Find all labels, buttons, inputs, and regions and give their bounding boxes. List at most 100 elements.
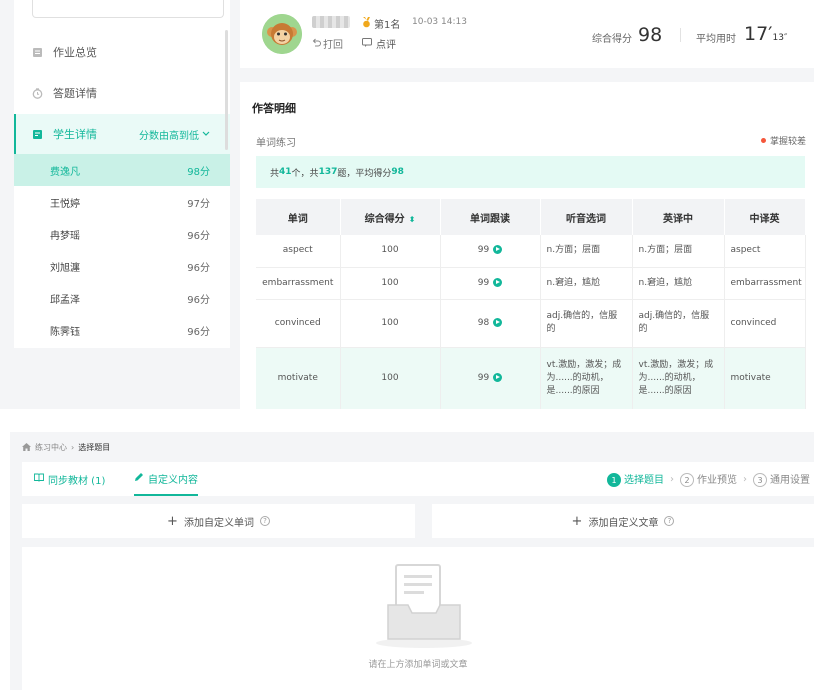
student-name-blurred	[312, 16, 350, 28]
comment-button[interactable]: 点评	[362, 36, 396, 51]
question-count: 137	[318, 167, 338, 177]
tab-custom-content[interactable]: 自定义内容	[134, 462, 198, 496]
sidebar-scrollbar[interactable]	[225, 30, 228, 150]
summary-bar: 共 41 个，共 137 题，平均得分 98	[256, 156, 805, 188]
play-icon[interactable]	[493, 372, 503, 382]
cell-word: convinced	[256, 299, 341, 348]
sidebar-search-box[interactable]	[32, 0, 224, 18]
breadcrumb-home-link[interactable]: 练习中心	[35, 442, 67, 453]
homework-detail-panel: 作业总览 答题详情 学生详情 分数由高到低 费逸凡 98分 王悦婷 97分 冉梦…	[0, 0, 814, 409]
help-icon[interactable]: ?	[259, 516, 270, 526]
student-row[interactable]: 王悦婷 97分	[14, 186, 230, 218]
help-icon[interactable]: ?	[664, 516, 675, 526]
rank-text: 第1名	[374, 20, 401, 31]
step-label: 作业预览	[697, 474, 737, 486]
play-icon[interactable]	[493, 245, 503, 255]
column-header: 单词	[256, 199, 341, 235]
student-name: 刘旭瀍	[50, 262, 80, 274]
sort-order-dropdown[interactable]: 分数由高到低	[139, 127, 210, 142]
sidebar-item-label: 学生详情	[53, 128, 97, 141]
rank-badge: 第1名	[362, 16, 400, 31]
play-icon[interactable]	[493, 317, 503, 327]
cell-score: 100	[340, 347, 441, 409]
report-icon	[31, 128, 43, 140]
step-number: 1	[607, 473, 621, 488]
empty-hint: 请在上方添加单词或文章	[368, 660, 468, 670]
play-icon[interactable]	[493, 277, 503, 287]
breadcrumb-current: 选择题目	[78, 443, 111, 452]
edit-icon	[134, 472, 144, 485]
add-custom-word-button[interactable]: + 添加自定义单词 ?	[22, 504, 415, 538]
step-indicator: 1 选择题目 › 2 作业预览 › 3 通用设置	[607, 462, 810, 496]
clock-icon	[31, 87, 43, 99]
cell-en-to-cn: adj.确信的，信服的	[632, 299, 725, 348]
word-table: 单词 综合得分 ⬍ 单词跟读 听音选词 英译中 中译英 aspect 100 99…	[256, 199, 806, 409]
student-score: 97分	[187, 198, 210, 210]
student-row[interactable]: 陈霁钰 96分	[14, 314, 230, 346]
select-questions-panel: 练习中心 › 选择题目 同步教材 (1) 自定义内容 1 选择题目 › 2 作业预览…	[10, 432, 814, 690]
follow-read-score: 99	[477, 245, 490, 256]
student-row[interactable]: 冉梦瑶 96分	[14, 218, 230, 250]
home-icon[interactable]	[22, 442, 31, 453]
step-number: 2	[680, 473, 694, 488]
return-label: 打回	[323, 40, 343, 51]
step-preview[interactable]: 2 作业预览	[680, 471, 737, 488]
avg-time-seconds: 13″	[772, 33, 788, 43]
sidebar-item-student-detail[interactable]: 学生详情 分数由高到低	[14, 114, 230, 154]
cell-word: aspect	[256, 235, 341, 268]
cell-score: 100	[340, 267, 441, 300]
student-score: 96分	[187, 294, 210, 306]
student-score: 96分	[187, 230, 210, 242]
add-word-label: 添加自定义单词	[183, 517, 254, 529]
return-button[interactable]: 打回	[312, 36, 343, 51]
summary-text: 题，平均得分	[337, 168, 392, 179]
student-row[interactable]: 刘旭瀍 96分	[14, 250, 230, 282]
plus-icon: +	[167, 513, 178, 529]
book-icon	[34, 473, 44, 485]
sort-icon[interactable]: ⬍	[409, 215, 416, 224]
empty-state: 请在上方添加单词或文章	[22, 547, 814, 690]
cell-listen-choose: vt.激励，激发；成为......的动机，是......的原因	[540, 347, 633, 409]
chevron-right-icon: ›	[71, 443, 75, 452]
section-subtitle: 单词练习	[256, 138, 296, 149]
cell-en-to-cn: n.窘迫，尴尬	[632, 267, 725, 300]
student-row[interactable]: 费逸凡 98分	[14, 154, 230, 186]
chevron-right-icon: ›	[743, 473, 747, 485]
cell-listen-choose: n.窘迫，尴尬	[540, 267, 633, 300]
step-settings[interactable]: 3 通用设置	[753, 471, 810, 488]
column-header: 听音选词	[540, 199, 633, 235]
chevron-down-icon	[202, 129, 210, 140]
legend: 掌握较差	[760, 134, 806, 147]
student-row[interactable]: 邱孟泽 96分	[14, 282, 230, 314]
student-score: 96分	[187, 262, 210, 274]
column-header: 中译英	[724, 199, 806, 235]
column-header-sortable[interactable]: 综合得分 ⬍	[340, 199, 441, 235]
sidebar-item-answer-detail[interactable]: 答题详情	[14, 73, 230, 113]
cell-score: 100	[340, 299, 441, 348]
empty-inbox-icon	[376, 564, 472, 648]
content-tabs: 同步教材 (1) 自定义内容 1 选择题目 › 2 作业预览 › 3 通用设置	[22, 462, 814, 496]
sidebar-item-overview[interactable]: 作业总览	[14, 32, 230, 72]
document-icon	[31, 46, 43, 58]
add-custom-article-button[interactable]: + 添加自定义文章 ?	[432, 504, 814, 538]
cell-word: motivate	[256, 347, 341, 409]
divider	[680, 28, 681, 42]
cell-follow-read: 99	[440, 235, 541, 268]
comment-icon	[362, 37, 372, 50]
legend-label: 掌握较差	[769, 137, 806, 147]
word-count: 41	[279, 167, 292, 177]
tab-label: 同步教材 (1)	[48, 475, 106, 487]
poor-mastery-dot	[760, 138, 766, 143]
average-score: 98	[391, 167, 404, 177]
table-row: aspect 100 99 n.方面；层面 n.方面；层面 aspect	[256, 235, 806, 268]
step-number: 3	[753, 473, 767, 488]
cell-en-to-cn: vt.激励，激发；成为......的动机，是......的原因	[632, 347, 725, 409]
table-row: convinced 100 98 adj.确信的，信服的 adj.确信的，信服的…	[256, 299, 806, 348]
cell-en-to-cn: n.方面；层面	[632, 235, 725, 268]
tab-sync-textbook[interactable]: 同步教材 (1)	[34, 462, 105, 496]
cell-follow-read: 99	[440, 267, 541, 300]
column-header: 英译中	[632, 199, 725, 235]
step-select-questions[interactable]: 1 选择题目	[607, 471, 664, 488]
total-score-value: 98	[638, 24, 663, 46]
sidebar: 作业总览 答题详情 学生详情 分数由高到低 费逸凡 98分 王悦婷 97分 冉梦…	[14, 0, 230, 348]
